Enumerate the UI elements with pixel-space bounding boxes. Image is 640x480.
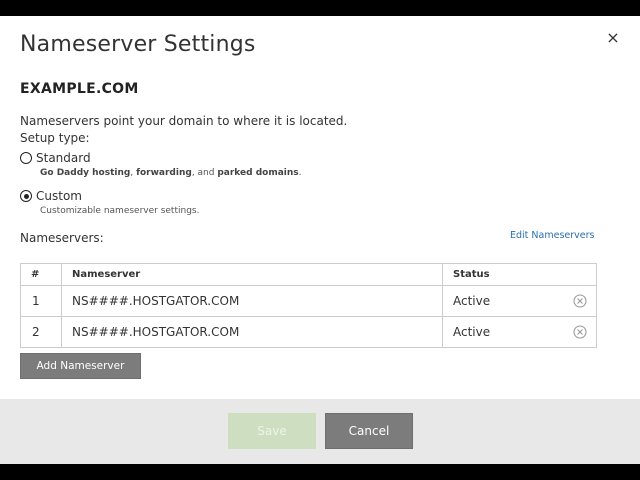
table-row: 2 NS####.HOSTGATOR.COM Active bbox=[20, 316, 597, 348]
radio-standard-label: Standard bbox=[36, 151, 91, 165]
description-segment: Customizable nameserver settings. bbox=[40, 206, 200, 216]
row-number: 2 bbox=[20, 316, 62, 348]
domain-name: EXAMPLE.COM bbox=[20, 81, 139, 97]
row-status: Active bbox=[453, 294, 491, 308]
header-nameserver: Nameserver bbox=[61, 263, 443, 286]
radio-custom[interactable]: Custom bbox=[20, 189, 82, 203]
row-number: 1 bbox=[20, 285, 62, 317]
description-segment: parked domains bbox=[217, 168, 299, 178]
header-status: Status bbox=[442, 263, 597, 286]
save-button[interactable]: Save bbox=[228, 413, 316, 449]
setup-type-label: Setup type: bbox=[20, 131, 90, 145]
table-row: 1 NS####.HOSTGATOR.COM Active bbox=[20, 285, 597, 317]
remove-circle-icon[interactable] bbox=[573, 325, 587, 339]
radio-icon[interactable] bbox=[20, 190, 32, 202]
description-segment: . bbox=[298, 168, 302, 178]
row-status-cell: Active bbox=[442, 285, 597, 317]
row-status: Active bbox=[453, 325, 491, 339]
radio-standard-description: Go Daddy hosting, forwarding, and parked… bbox=[40, 168, 302, 178]
description-segment: forwarding bbox=[136, 168, 192, 178]
dialog-footer: Save Cancel bbox=[0, 399, 640, 464]
add-nameserver-button[interactable]: Add Nameserver bbox=[20, 353, 141, 379]
header-number: # bbox=[20, 263, 62, 286]
table-header-row: # Nameserver Status bbox=[20, 263, 597, 286]
description-segment: Go Daddy hosting bbox=[40, 168, 131, 178]
close-icon[interactable]: × bbox=[604, 29, 622, 47]
nameservers-table: # Nameserver Status 1 NS####.HOSTGATOR.C… bbox=[20, 263, 597, 348]
dialog-title: Nameserver Settings bbox=[20, 32, 256, 57]
description-segment: , and bbox=[191, 168, 218, 178]
nameservers-label: Nameservers: bbox=[20, 231, 104, 245]
radio-custom-label: Custom bbox=[36, 189, 82, 203]
radio-custom-description: Customizable nameserver settings. bbox=[40, 206, 199, 216]
row-nameserver: NS####.HOSTGATOR.COM bbox=[61, 316, 443, 348]
row-nameserver: NS####.HOSTGATOR.COM bbox=[61, 285, 443, 317]
radio-standard[interactable]: Standard bbox=[20, 151, 91, 165]
nameserver-settings-dialog: Nameserver Settings × EXAMPLE.COM Namese… bbox=[0, 16, 640, 464]
intro-text: Nameservers point your domain to where i… bbox=[20, 114, 348, 128]
remove-circle-icon[interactable] bbox=[573, 294, 587, 308]
radio-icon[interactable] bbox=[20, 152, 32, 164]
row-status-cell: Active bbox=[442, 316, 597, 348]
edit-nameservers-link[interactable]: Edit Nameservers bbox=[510, 230, 594, 241]
cancel-button[interactable]: Cancel bbox=[325, 413, 413, 449]
